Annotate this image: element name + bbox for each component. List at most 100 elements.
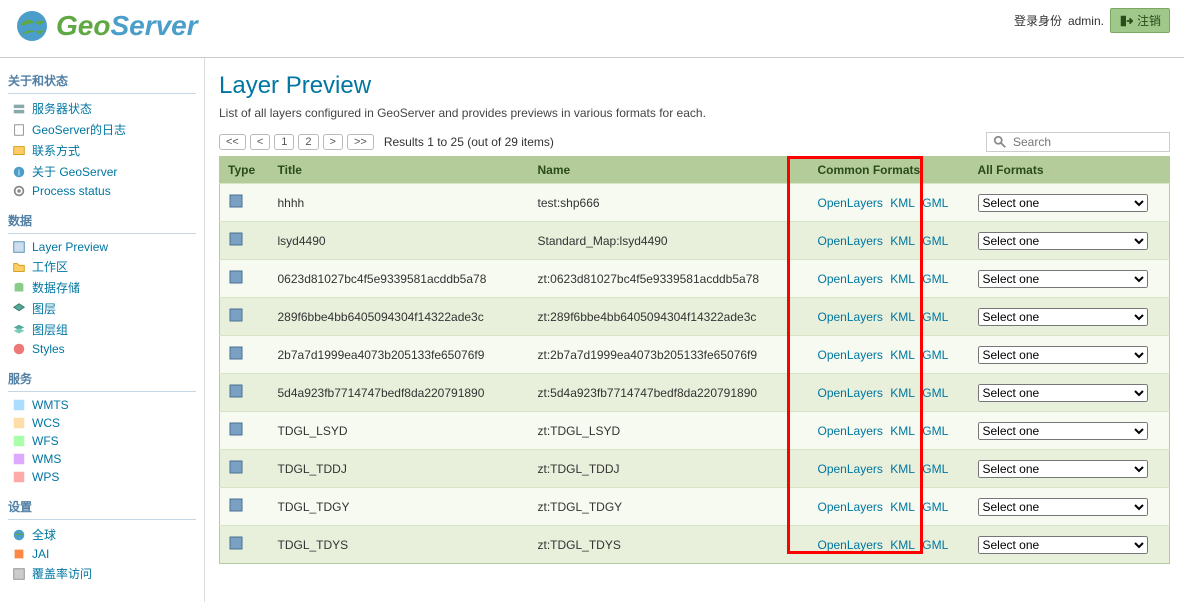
format-select[interactable]: Select one bbox=[978, 232, 1148, 250]
sidebar-item[interactable]: Process status bbox=[8, 182, 196, 200]
openlayers-link[interactable]: OpenLayers bbox=[818, 538, 883, 552]
sidebar-item[interactable]: Layer Preview bbox=[8, 238, 196, 256]
openlayers-link[interactable]: OpenLayers bbox=[818, 348, 883, 362]
logout-button[interactable]: 注销 bbox=[1110, 8, 1170, 33]
kml-link[interactable]: KML bbox=[890, 500, 915, 514]
sidebar-item[interactable]: 工作区 bbox=[8, 256, 196, 277]
login-label: 登录身份 bbox=[1014, 12, 1062, 29]
openlayers-link[interactable]: OpenLayers bbox=[818, 272, 883, 286]
format-select[interactable]: Select one bbox=[978, 498, 1148, 516]
wms-icon bbox=[12, 452, 26, 466]
col-common[interactable]: Common Formats bbox=[810, 157, 970, 184]
sidebar-item-label[interactable]: 工作区 bbox=[32, 258, 68, 275]
format-select[interactable]: Select one bbox=[978, 460, 1148, 478]
gml-link[interactable]: GML bbox=[922, 386, 948, 400]
format-select[interactable]: Select one bbox=[978, 194, 1148, 212]
sidebar-item-label[interactable]: 覆盖率访问 bbox=[32, 565, 92, 582]
pager-last[interactable]: >> bbox=[347, 134, 374, 150]
sidebar-item[interactable]: GeoServer的日志 bbox=[8, 119, 196, 140]
openlayers-link[interactable]: OpenLayers bbox=[818, 234, 883, 248]
format-select[interactable]: Select one bbox=[978, 384, 1148, 402]
sidebar-item-label[interactable]: 联系方式 bbox=[32, 142, 80, 159]
sidebar-item-label[interactable]: 关于 GeoServer bbox=[32, 163, 117, 180]
pager-prev[interactable]: < bbox=[250, 134, 270, 150]
sidebar-item[interactable]: 全球 bbox=[8, 524, 196, 545]
pager-page-2[interactable]: 2 bbox=[298, 134, 318, 150]
col-name[interactable]: Name bbox=[530, 157, 810, 184]
pager-first[interactable]: << bbox=[219, 134, 246, 150]
kml-link[interactable]: KML bbox=[890, 272, 915, 286]
gml-link[interactable]: GML bbox=[922, 538, 948, 552]
format-select[interactable]: Select one bbox=[978, 270, 1148, 288]
type-cell bbox=[220, 488, 270, 526]
col-title[interactable]: Title bbox=[270, 157, 530, 184]
sidebar-item[interactable]: 图层 bbox=[8, 298, 196, 319]
pager-page-1[interactable]: 1 bbox=[274, 134, 294, 150]
gml-link[interactable]: GML bbox=[922, 272, 948, 286]
col-type[interactable]: Type bbox=[220, 157, 270, 184]
openlayers-link[interactable]: OpenLayers bbox=[818, 424, 883, 438]
openlayers-link[interactable]: OpenLayers bbox=[818, 310, 883, 324]
sidebar-item[interactable]: 数据存储 bbox=[8, 277, 196, 298]
openlayers-link[interactable]: OpenLayers bbox=[818, 462, 883, 476]
gml-link[interactable]: GML bbox=[922, 310, 948, 324]
kml-link[interactable]: KML bbox=[890, 386, 915, 400]
sidebar-item-label[interactable]: WCS bbox=[32, 416, 60, 430]
sidebar-item-label[interactable]: Styles bbox=[32, 342, 65, 356]
search-icon bbox=[993, 135, 1007, 149]
sidebar-item-label[interactable]: 数据存储 bbox=[32, 279, 80, 296]
kml-link[interactable]: KML bbox=[890, 462, 915, 476]
kml-link[interactable]: KML bbox=[890, 310, 915, 324]
gml-link[interactable]: GML bbox=[922, 424, 948, 438]
sidebar-item-label[interactable]: 服务器状态 bbox=[32, 100, 92, 117]
kml-link[interactable]: KML bbox=[890, 348, 915, 362]
sidebar-item[interactable]: 服务器状态 bbox=[8, 98, 196, 119]
sidebar-item[interactable]: i关于 GeoServer bbox=[8, 161, 196, 182]
openlayers-link[interactable]: OpenLayers bbox=[818, 386, 883, 400]
search-input[interactable] bbox=[1013, 135, 1163, 149]
openlayers-link[interactable]: OpenLayers bbox=[818, 500, 883, 514]
polygon-icon bbox=[228, 193, 244, 209]
logo[interactable]: GeoServer bbox=[14, 8, 198, 44]
sidebar-item-label[interactable]: GeoServer的日志 bbox=[32, 121, 126, 138]
gml-link[interactable]: GML bbox=[922, 348, 948, 362]
sidebar-item[interactable]: WPS bbox=[8, 468, 196, 486]
sidebar-item-label[interactable]: 图层组 bbox=[32, 321, 68, 338]
format-select[interactable]: Select one bbox=[978, 308, 1148, 326]
kml-link[interactable]: KML bbox=[890, 234, 915, 248]
sidebar-item-label[interactable]: WFS bbox=[32, 434, 59, 448]
sidebar-item[interactable]: 图层组 bbox=[8, 319, 196, 340]
openlayers-link[interactable]: OpenLayers bbox=[818, 196, 883, 210]
kml-link[interactable]: KML bbox=[890, 196, 915, 210]
gml-link[interactable]: GML bbox=[922, 234, 948, 248]
pager-next[interactable]: > bbox=[323, 134, 343, 150]
sidebar-item[interactable]: WMTS bbox=[8, 396, 196, 414]
format-select[interactable]: Select one bbox=[978, 346, 1148, 364]
gml-link[interactable]: GML bbox=[922, 500, 948, 514]
format-select[interactable]: Select one bbox=[978, 536, 1148, 554]
kml-link[interactable]: KML bbox=[890, 424, 915, 438]
sidebar-item-label[interactable]: 图层 bbox=[32, 300, 56, 317]
sidebar-item-label[interactable]: Process status bbox=[32, 184, 111, 198]
sidebar-item-label[interactable]: 全球 bbox=[32, 526, 56, 543]
sidebar-item[interactable]: JAI bbox=[8, 545, 196, 563]
sidebar-item[interactable]: Styles bbox=[8, 340, 196, 358]
sidebar-item[interactable]: 联系方式 bbox=[8, 140, 196, 161]
sidebar-item-label[interactable]: WMTS bbox=[32, 398, 69, 412]
type-cell bbox=[220, 222, 270, 260]
gml-link[interactable]: GML bbox=[922, 462, 948, 476]
sidebar-item[interactable]: 覆盖率访问 bbox=[8, 563, 196, 584]
sidebar-item[interactable]: WMS bbox=[8, 450, 196, 468]
layer-icon bbox=[12, 302, 26, 316]
sidebar-item-label[interactable]: Layer Preview bbox=[32, 240, 108, 254]
format-select[interactable]: Select one bbox=[978, 422, 1148, 440]
sidebar-item-label[interactable]: WMS bbox=[32, 452, 61, 466]
search-box[interactable] bbox=[986, 132, 1170, 152]
folder-icon bbox=[12, 260, 26, 274]
sidebar-item[interactable]: WFS bbox=[8, 432, 196, 450]
col-all[interactable]: All Formats bbox=[970, 157, 1170, 184]
sidebar-item-label[interactable]: WPS bbox=[32, 470, 59, 484]
kml-link[interactable]: KML bbox=[890, 538, 915, 552]
gml-link[interactable]: GML bbox=[922, 196, 948, 210]
sidebar-item[interactable]: WCS bbox=[8, 414, 196, 432]
